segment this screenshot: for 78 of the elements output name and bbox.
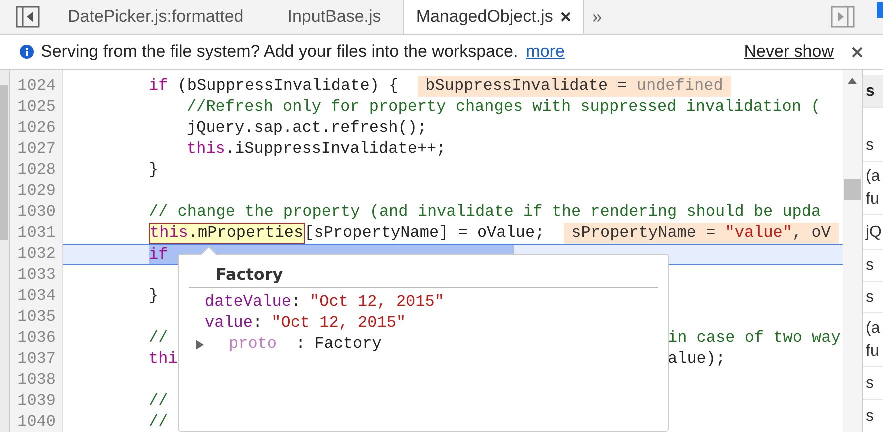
line-number: 1028 — [16, 160, 57, 181]
code-text: [sPropertyName] = oValue; — [304, 223, 545, 244]
sidebar-toggle-icon[interactable] — [831, 6, 855, 28]
line-number: 1031 — [16, 223, 57, 244]
property-value: Factory — [314, 334, 382, 355]
line-number: 1029 — [16, 181, 57, 202]
section-header: s — [866, 82, 876, 102]
scroll-up-icon[interactable] — [848, 78, 857, 84]
scope-entry: jQ — [866, 222, 883, 242]
file-tab[interactable]: DatePicker.js:formatted — [46, 0, 266, 34]
value-text: "value" — [725, 223, 793, 244]
info-message: Serving from the file system? Add your files into the workspace. — [41, 41, 518, 64]
code-text: (bSuppressInvalidate) { — [176, 76, 399, 97]
line-number: 1037 — [16, 349, 57, 370]
value-text: bSuppressInvalidate = — [426, 76, 628, 97]
scope-entry: s — [866, 256, 875, 276]
line-number: 1034 — [16, 286, 57, 307]
line-number: 1036 — [16, 328, 57, 349]
separator-colon: : — [291, 292, 302, 313]
close-icon[interactable] — [561, 12, 572, 22]
code-text: this — [187, 139, 226, 160]
code-text: .iSuppressInvalidate++; — [225, 139, 446, 160]
line-number: 1033 — [16, 265, 57, 286]
code-text: if — [149, 76, 168, 97]
scope-entry: (a — [866, 318, 882, 338]
scope-entry: s — [866, 136, 875, 156]
line-number: 1024 — [16, 76, 57, 97]
code-text: if — [149, 245, 168, 264]
scope-entry: s — [866, 288, 875, 308]
scope-entry: s — [866, 374, 875, 394]
value-text: , oV — [792, 223, 831, 244]
info-icon — [20, 45, 34, 59]
code-text: thi — [149, 349, 178, 370]
scope-entry: fu — [866, 190, 880, 210]
code-text: alue); — [668, 349, 726, 370]
separator-colon: : — [296, 334, 306, 355]
code-text: // change the property (and invalidate if the rendering should be upda — [149, 202, 822, 223]
code-text: jQuery.sap.act.refresh(); — [187, 118, 428, 139]
code-text: // — [149, 391, 168, 412]
line-number: 1026 — [16, 118, 57, 139]
code-text: } — [149, 286, 159, 307]
scope-entry: fu — [866, 342, 880, 362]
code-text: this — [150, 224, 188, 243]
expand-triangle-icon[interactable] — [195, 340, 205, 350]
line-number: 1039 — [16, 391, 57, 412]
line-number: 1025 — [16, 97, 57, 118]
value-text: undefined — [636, 76, 724, 97]
scope-entry: (a — [866, 167, 882, 187]
code-text: .mProperties — [188, 224, 304, 243]
more-link[interactable]: more — [526, 39, 565, 65]
property-name: proto — [229, 334, 278, 355]
line-number: 1038 — [16, 370, 57, 391]
scrollbar-thumb[interactable] — [844, 179, 861, 200]
property-value: "Oct 12, 2015" — [310, 292, 444, 313]
line-number: 1027 — [16, 139, 57, 160]
tab-overflow-button[interactable]: » — [584, 4, 610, 30]
separator-colon: : — [253, 313, 263, 334]
code-text: } — [149, 160, 159, 181]
property-name: dateValue — [205, 292, 292, 313]
scrollbar-thumb[interactable] — [0, 85, 8, 240]
value-text: sPropertyName = — [572, 223, 717, 244]
never-show-link[interactable]: Never show — [744, 39, 834, 65]
scope-entry: s — [866, 406, 875, 426]
line-number: 1035 — [16, 307, 57, 328]
popup-title: Factory — [216, 264, 284, 285]
file-tab[interactable]: ManagedObject.js — [403, 0, 584, 34]
code-text: //Refresh only for property changes with suppressed invalidation ( — [187, 97, 821, 118]
line-number: 1032 — [16, 244, 57, 265]
property-name: value — [205, 313, 254, 334]
close-icon[interactable] — [852, 46, 863, 58]
line-number: 1040 — [16, 412, 57, 432]
code-text: in case of two way — [668, 328, 841, 349]
sidebar-toggle-icon[interactable] — [16, 6, 40, 28]
line-number: 1030 — [16, 202, 57, 223]
property-value: "Oct 12, 2015" — [272, 313, 406, 334]
code-text: // — [149, 412, 168, 432]
file-tab[interactable]: InputBase.js — [266, 0, 404, 34]
code-text: // — [149, 328, 168, 349]
